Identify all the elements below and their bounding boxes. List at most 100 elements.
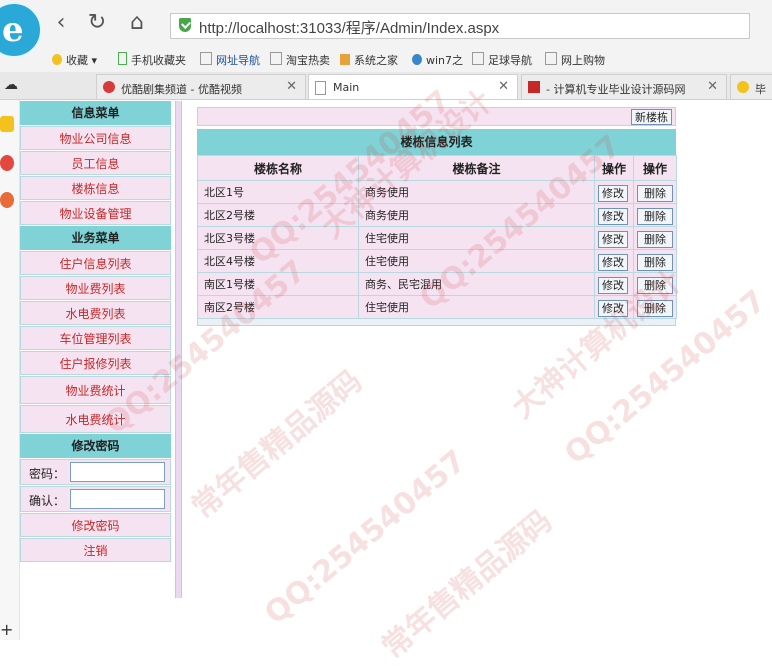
password-row: 密码： [20,459,171,485]
table-header-row: 楼栋名称 楼栋备注 操作 操作 [197,155,677,181]
menu-item-company-info[interactable]: 物业公司信息 [20,126,171,150]
page-icon [315,81,326,95]
building-name: 北区1号 [197,180,359,204]
building-table: 楼栋名称 楼栋备注 操作 操作 北区1号 商务使用 修改 删除 北区2号楼 商务… [197,155,677,319]
logout-button[interactable]: 注销 [20,538,171,562]
menu-item-utility-fee-stats[interactable]: 水电费统计 [20,405,171,433]
app-icon[interactable] [0,192,14,208]
table-title: 楼栋信息列表 [197,129,676,155]
confirm-label: 确认： [29,494,66,508]
edit-button[interactable]: 修改 [598,207,628,225]
table-footer [197,319,676,326]
column-header-note: 楼栋备注 [358,155,595,181]
browser-toolbar: e ‹ ↻ ⌂ http://localhost:31033/程序/Admin/… [0,0,772,58]
edit-button[interactable]: 修改 [598,253,628,271]
menu-section-title: 业务菜单 [20,226,171,250]
building-note: 住宅使用 [358,295,595,319]
building-note: 住宅使用 [358,249,595,273]
star-icon [52,54,62,65]
table-row: 南区1号楼 商务、民宅混用 修改 删除 [197,272,677,296]
favorites-icon[interactable] [0,116,14,132]
table-row: 北区2号楼 商务使用 修改 删除 [197,203,677,227]
menu-item-resident-list[interactable]: 住户信息列表 [20,251,171,275]
menu-item-staff-info[interactable]: 员工信息 [20,151,171,175]
delete-button[interactable]: 删除 [637,207,673,225]
delete-button[interactable]: 删除 [637,253,673,271]
bookmark-item[interactable]: 足球导航 [472,52,532,68]
address-url: http://localhost:31033/程序/Admin/Index.as… [199,20,500,37]
tab-close-icon[interactable]: ✕ [286,79,297,94]
building-note: 商务使用 [358,203,595,227]
tab-sidebar-toggle[interactable]: ☁ [0,74,26,99]
menu-item-equipment[interactable]: 物业设备管理 [20,201,171,225]
menu-item-property-fee-stats[interactable]: 物业费统计 [20,376,171,404]
bookmark-item[interactable]: win7之 [412,52,463,68]
tab-main[interactable]: Main ✕ [308,74,518,99]
star-icon [737,81,749,93]
bookmark-item[interactable]: 网址导航 [200,52,260,68]
table-row: 南区2号楼 住宅使用 修改 删除 [197,295,677,319]
building-name: 南区2号楼 [197,295,359,319]
page-icon [472,52,484,65]
add-icon[interactable]: + [0,620,13,639]
menu-section-title: 信息菜单 [20,101,171,125]
weibo-icon[interactable] [0,155,14,171]
delete-button[interactable]: 删除 [637,299,673,317]
left-menu: 信息菜单 物业公司信息 员工信息 楼栋信息 物业设备管理 业务菜单 住户信息列表… [20,101,171,563]
site-icon [528,81,540,93]
address-bar[interactable]: http://localhost:31033/程序/Admin/Index.as… [170,13,750,39]
page-icon [545,52,557,65]
bookmark-item[interactable]: 收藏 ▾ [52,52,97,68]
page-icon [270,52,282,65]
change-password-button[interactable]: 修改密码 [20,513,171,537]
tab-youku[interactable]: 优酷剧集频道 - 优酷视频 ✕ [96,74,306,99]
site-icon [340,54,350,65]
bookmark-item[interactable]: 系统之家 [340,52,398,68]
building-name: 北区2号楼 [197,203,359,227]
action-bar: 新楼栋 [197,107,676,126]
edit-button[interactable]: 修改 [598,230,628,248]
building-name: 北区4号楼 [197,249,359,273]
delete-button[interactable]: 删除 [637,276,673,294]
watermark-text: 常年售精品源码 [375,503,559,666]
password-section-title: 修改密码 [20,434,171,458]
building-list-panel: 新楼栋 楼栋信息列表 楼栋名称 楼栋备注 操作 操作 北区1号 商务使用 修改 … [197,107,677,326]
edit-button[interactable]: 修改 [598,184,628,202]
tab-partial[interactable]: 毕 [730,74,772,99]
new-building-button[interactable]: 新楼栋 [631,109,672,125]
confirm-password-input[interactable] [70,489,165,509]
tab-strip: ☁ 优酷剧集频道 - 优酷视频 ✕ Main ✕ - 计算机专业毕业设计源码网 … [0,72,772,100]
menu-item-repair-list[interactable]: 住户报修列表 [20,351,171,375]
bookmarks-bar: 收藏 ▾ 手机收藏夹 网址导航 淘宝热卖 系统之家 win7之 足球导航 网上购… [0,46,772,72]
frame-splitter[interactable] [175,101,182,598]
bookmark-item[interactable]: 手机收藏夹 [118,52,186,68]
menu-item-building-info[interactable]: 楼栋信息 [20,176,171,200]
tab-close-icon[interactable]: ✕ [498,79,509,94]
delete-button[interactable]: 删除 [637,184,673,202]
reload-icon[interactable]: ↻ [86,12,108,34]
browser-side-strip: + [0,100,20,640]
menu-item-parking-list[interactable]: 车位管理列表 [20,326,171,350]
building-name: 南区1号楼 [197,272,359,296]
tab-source-site[interactable]: - 计算机专业毕业设计源码网 ✕ [521,74,727,99]
table-row: 北区3号楼 住宅使用 修改 删除 [197,226,677,250]
menu-item-property-fee-list[interactable]: 物业费列表 [20,276,171,300]
youku-icon [103,81,115,93]
home-icon[interactable]: ⌂ [126,12,148,34]
edit-button[interactable]: 修改 [598,299,628,317]
table-row: 北区4号楼 住宅使用 修改 删除 [197,249,677,273]
menu-item-utility-fee-list[interactable]: 水电费列表 [20,301,171,325]
column-header-action: 操作 [594,155,634,181]
tab-close-icon[interactable]: ✕ [707,79,718,94]
watermark-text: QQ:254540457 [258,443,473,632]
back-icon[interactable]: ‹ [50,12,72,34]
delete-button[interactable]: 删除 [637,230,673,248]
building-name: 北区3号楼 [197,226,359,250]
password-label: 密码： [29,467,66,481]
password-input[interactable] [70,462,165,482]
building-note: 住宅使用 [358,226,595,250]
watermark-text: 常年售精品源码 [185,363,369,526]
bookmark-item[interactable]: 网上购物 [545,52,605,68]
edit-button[interactable]: 修改 [598,276,628,294]
bookmark-item[interactable]: 淘宝热卖 [270,52,330,68]
